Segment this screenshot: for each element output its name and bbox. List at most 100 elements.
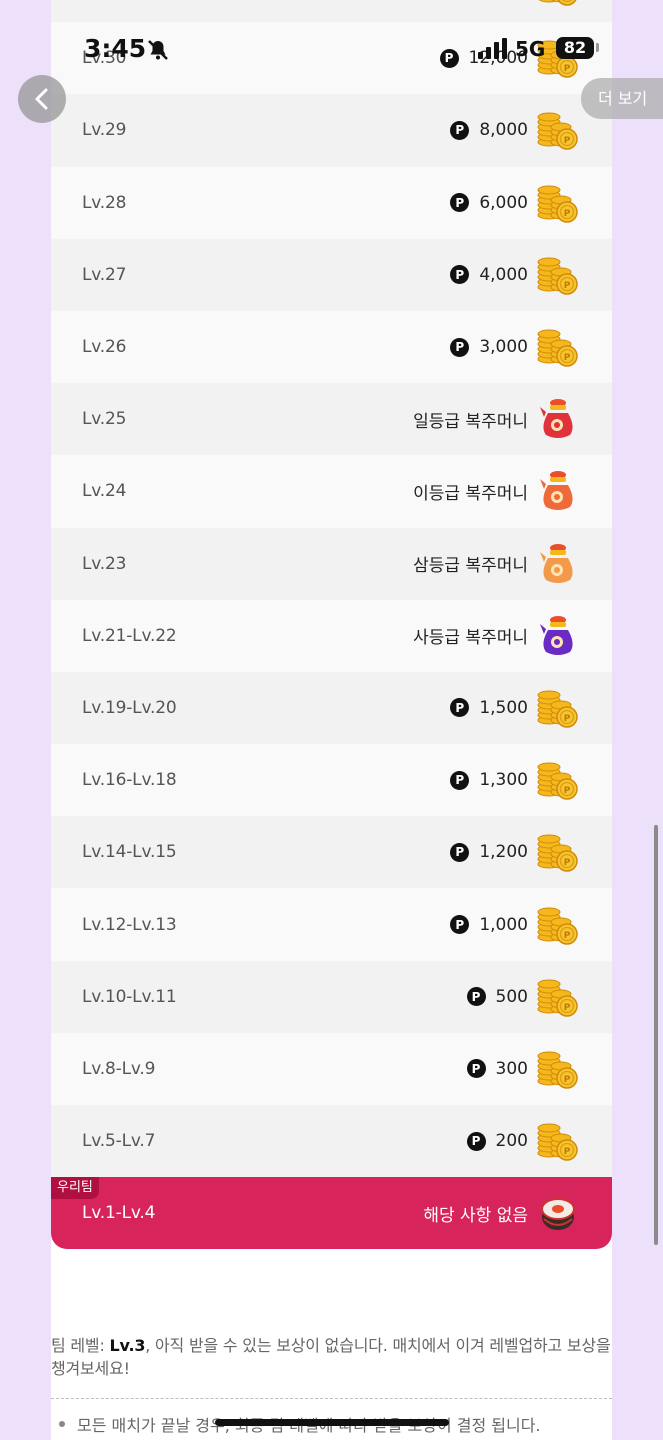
lucky-pouch-icon: [540, 543, 573, 583]
svg-text:P: P: [564, 353, 571, 363]
level-label: Lv.29: [82, 120, 127, 141]
rewards-page: Lv.31P20,000PLv.30P12,000PLv.29P8,000PLv…: [51, 0, 612, 1440]
reward-cell: P 1,200 P: [450, 832, 580, 873]
level-label: Lv.8-Lv.9: [82, 1058, 156, 1079]
info-prefix: 팀 레벨:: [51, 1336, 110, 1355]
point-icon: P: [450, 915, 470, 935]
reward-amount: 1,500: [479, 697, 528, 718]
level-label: Lv.27: [82, 264, 127, 285]
point-icon: P: [450, 698, 470, 718]
bullet-icon: [59, 1421, 65, 1427]
svg-text:P: P: [564, 931, 571, 941]
reward-row: Lv.31P20,000P: [51, 0, 612, 23]
reward-row: Lv.16-Lv.18 P 1,300 P: [51, 744, 612, 817]
reward-row: Lv.26 P 3,000 P: [51, 310, 612, 384]
reward-cell: P 4,000 P: [450, 255, 580, 295]
coins-icon: P: [537, 690, 578, 728]
reward-cell: 일등급 복주머니: [413, 397, 580, 441]
reward-cell: P 6,000 P: [450, 183, 580, 223]
reward-amount: 이등급 복주머니: [413, 483, 528, 504]
reward-amount: 1,000: [479, 914, 528, 935]
reward-cell: P 8,000 P: [450, 110, 580, 151]
svg-text:P: P: [564, 858, 571, 868]
point-icon: P: [439, 48, 459, 68]
svg-text:P: P: [564, 0, 571, 2]
reward-cell: P 12,000 P: [439, 38, 580, 79]
point-icon: P: [450, 770, 470, 790]
reward-amount: 6,000: [479, 192, 528, 213]
lucky-pouch-icon: [540, 399, 573, 439]
reward-row: Lv.19-Lv.20 P 1,500 P: [51, 671, 612, 745]
coins-icon: P: [537, 979, 578, 1017]
point-icon: P: [466, 1131, 486, 1151]
reward-cell: P 3,000 P: [450, 327, 580, 367]
reward-row: Lv.8-Lv.9 P 300 P: [51, 1032, 612, 1105]
reward-cell: 사등급 복주머니: [413, 614, 580, 658]
point-icon: P: [466, 1059, 486, 1079]
reward-row: Lv.5-Lv.7 P 200 P: [51, 1105, 612, 1178]
level-label: Lv.14-Lv.15: [82, 842, 177, 863]
reward-row: Lv.24 이등급 복주머니: [51, 455, 612, 528]
reward-cell: P 200 P: [466, 1121, 580, 1161]
coins-icon: P: [537, 257, 578, 295]
reward-amount: 500: [495, 986, 528, 1007]
reward-row: Lv.28 P 6,000 P: [51, 166, 612, 239]
reward-amount: 300: [495, 1058, 528, 1079]
reward-amount: 사등급 복주머니: [413, 628, 528, 649]
reward-cell: P 1,000 P: [450, 905, 580, 945]
reward-amount: 12,000: [468, 48, 528, 69]
back-button[interactable]: [18, 75, 66, 123]
reward-cell: P20,000P: [440, 0, 580, 6]
reward-cell: 삼등급 복주머니: [413, 542, 580, 586]
reward-row: Lv.30 P 12,000 P: [51, 22, 612, 95]
svg-text:P: P: [564, 786, 571, 796]
reward-amount: 삼등급 복주머니: [413, 556, 528, 577]
level-label: Lv.1-Lv.4: [82, 1203, 156, 1224]
svg-text:P: P: [564, 1003, 571, 1013]
reward-table: Lv.31P20,000PLv.30P12,000PLv.29P8,000PLv…: [51, 0, 612, 1250]
svg-text:P: P: [564, 64, 571, 74]
reward-row: Lv.21-Lv.22 사등급 복주머니: [51, 599, 612, 672]
reward-amount: 3,000: [479, 337, 528, 358]
level-label: Lv.21-Lv.22: [82, 625, 177, 646]
level-label: Lv.28: [82, 192, 127, 213]
point-icon: P: [450, 193, 470, 213]
svg-text:P: P: [564, 136, 571, 146]
svg-text:P: P: [564, 1075, 571, 1085]
reward-cell: P 1,300 P: [450, 760, 580, 800]
reward-row: Lv.10-Lv.11 P 500 P: [51, 960, 612, 1033]
reward-amount: 일등급 복주머니: [413, 411, 528, 432]
reward-amount: 1,300: [479, 770, 528, 791]
team-level-info: 팀 레벨: Lv.3, 아직 받을 수 있는 보상이 없습니다. 매치에서 이겨…: [51, 1334, 612, 1380]
coins-icon: P: [537, 112, 578, 151]
level-label: Lv.30: [82, 48, 127, 69]
level-label: Lv.12-Lv.13: [82, 914, 177, 935]
coins-icon: P: [537, 185, 578, 223]
home-indicator[interactable]: [215, 1419, 449, 1426]
svg-text:P: P: [564, 281, 571, 291]
reward-cell: P 500 P: [466, 977, 580, 1017]
point-icon: P: [450, 265, 470, 285]
reward-row: Lv.29 P 8,000 P: [51, 94, 612, 167]
reward-row: Lv.14-Lv.15 P 1,200 P: [51, 816, 612, 889]
level-label: Lv.10-Lv.11: [82, 986, 177, 1007]
more-button[interactable]: 더 보기: [581, 78, 663, 119]
chevron-left-icon: [35, 88, 48, 110]
reward-row: Lv.27 P 4,000 P: [51, 238, 612, 311]
point-icon: P: [450, 337, 470, 357]
reward-row: Lv.12-Lv.13 P 1,000 P: [51, 888, 612, 961]
my-team-row: 우리팀 Lv.1-Lv.4 해당 사항 없음: [51, 1177, 612, 1250]
reward-amount: 1,200: [479, 842, 528, 863]
divider: [51, 1398, 612, 1399]
level-label: Lv.23: [82, 553, 127, 574]
reward-row: Lv.23 삼등급 복주머니: [51, 527, 612, 600]
reward-amount: 200: [495, 1131, 528, 1152]
reward-cell: 이등급 복주머니: [413, 469, 580, 513]
lucky-pouch-icon: [540, 615, 573, 655]
scrollbar[interactable]: [654, 825, 658, 1245]
level-label: Lv.5-Lv.7: [82, 1131, 156, 1152]
svg-text:P: P: [564, 209, 571, 219]
level-label: Lv.26: [82, 337, 127, 358]
team-level-value: Lv.3: [109, 1336, 146, 1355]
reward-cell: 해당 사항 없음: [423, 1191, 580, 1235]
